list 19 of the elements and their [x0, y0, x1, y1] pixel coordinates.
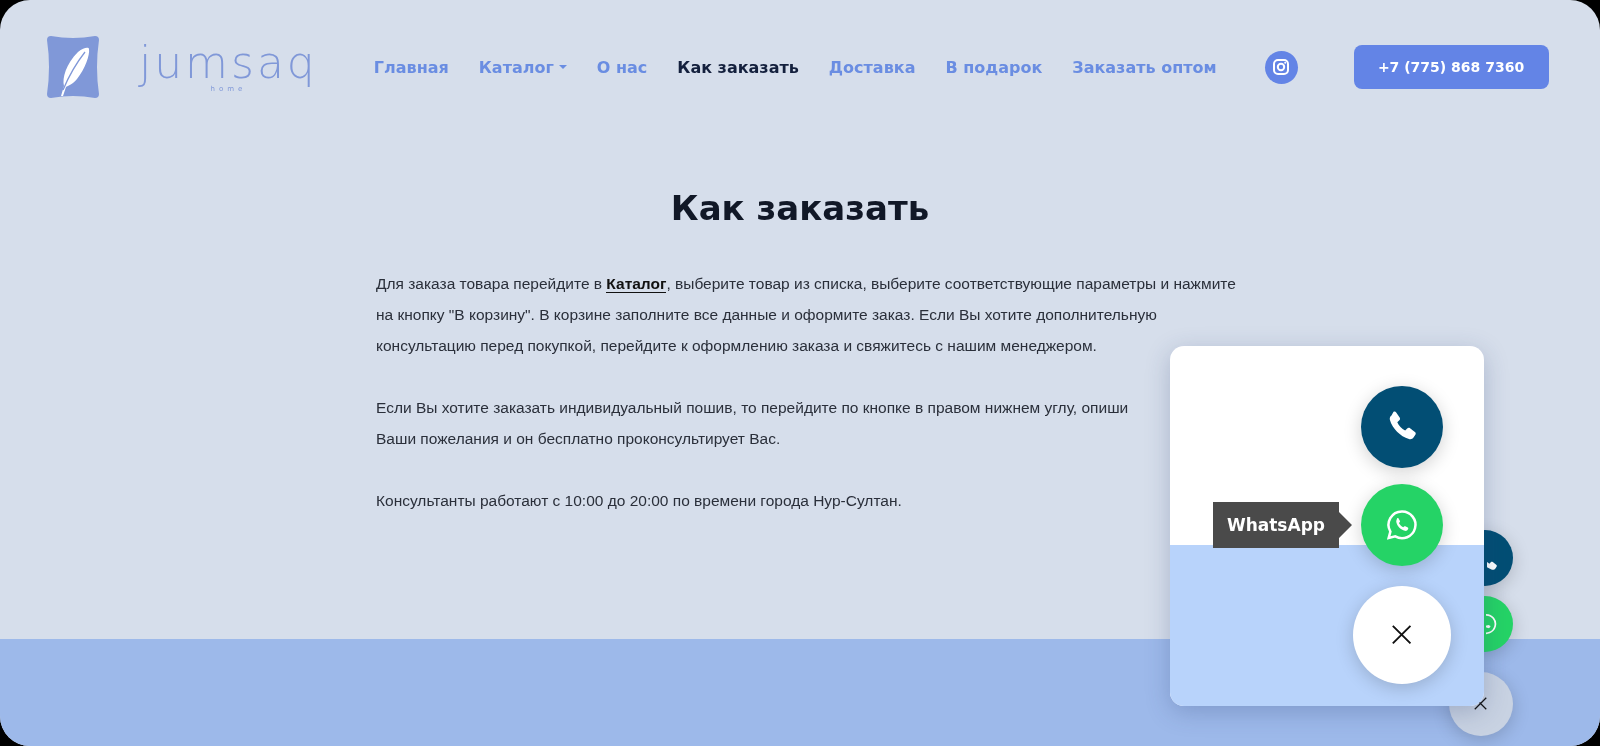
phone-number-button[interactable]: +7 (775) 868 7360 [1353, 45, 1549, 89]
paragraph: Для заказа товара перейдите в Каталог, выберите товар из списка, выберите соответствующие параметры и нажмите на кнопку "В корзину". В корзине заполните все данные и оформите заказ. Если Вы хотите дополнительную консультацию перед покупкой, перейдите к оформлению заказа и свяжитесь с нашим менеджером. [376, 274, 1237, 356]
nav-link[interactable]: Как заказать [677, 57, 799, 77]
paragraph: Если Вы хотите заказать индивидуальный пошив, то перейдите по кнопке в правом нижнем углу, опиши Ваши пожелания и он бесплатно проконсультирует Вас. [376, 398, 1130, 449]
pillow-feather-icon [47, 34, 99, 100]
nav-link[interactable]: Главная [373, 57, 449, 77]
whatsapp-button[interactable] [1361, 484, 1443, 566]
nav-link[interactable]: В подарок [945, 57, 1043, 77]
tooltip: WhatsApp [1212, 502, 1352, 548]
nav-link[interactable]: Заказать оптом [1072, 57, 1217, 77]
nav-link[interactable]: Доставка [828, 57, 916, 77]
nav-link[interactable]: О нас [596, 57, 648, 77]
nav-link[interactable]: Каталог [478, 57, 567, 77]
page-title: Как заказать [670, 188, 930, 228]
paragraph: Консультанты работают с 10:00 до 20:00 по времени города Нур-Султан. [376, 491, 903, 511]
logo-wordmark: jumsaq [139, 41, 318, 85]
instagram-icon[interactable] [1264, 50, 1298, 84]
phone-button[interactable] [1361, 386, 1443, 468]
catalog-link[interactable]: Каталог [606, 275, 667, 293]
